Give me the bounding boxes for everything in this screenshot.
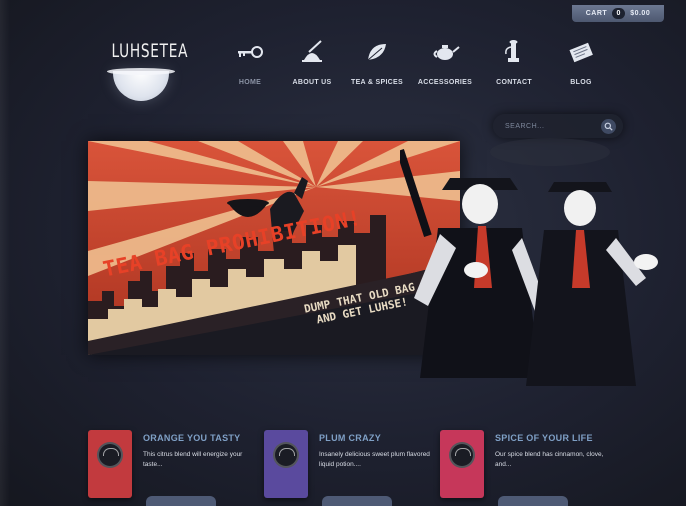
tea-tin-icon (449, 442, 475, 468)
product-description: Our spice blend has cinnamon, clove, and… (495, 451, 604, 468)
tea-tin-icon (273, 442, 299, 468)
cloche-icon (302, 40, 322, 62)
product-tin-spice[interactable] (440, 430, 484, 498)
search-icon (604, 122, 613, 131)
product-title[interactable]: ORANGE YOU TASTY (143, 433, 240, 443)
key-icon (238, 46, 263, 58)
product-description: Insanely delicious sweet plum flavored l… (319, 451, 430, 468)
cart-total: $0.00 (630, 10, 651, 17)
search-box (493, 114, 623, 138)
cart-count-badge: 0 (612, 8, 626, 19)
product-card-spice[interactable]: SPICE OF YOUR LIFE Our spice blend has c… (440, 430, 616, 506)
product-tin-plum[interactable] (264, 430, 308, 498)
product-title[interactable]: SPICE OF YOUR LIFE (495, 433, 593, 443)
site-logo[interactable]: LUHSETEA (100, 30, 189, 110)
telephone-icon (505, 40, 519, 62)
cart-label: CART (585, 10, 608, 17)
nav-item-accessories[interactable]: ACCESSORIES (407, 34, 483, 94)
gangster-illustration (400, 138, 658, 386)
product-tin-orange[interactable] (88, 430, 132, 498)
product-button[interactable] (146, 496, 216, 506)
nav-label-blog: BLOG (570, 79, 592, 86)
product-description: This citrus blend will energize your tas… (143, 451, 243, 468)
nav-item-tea-spices[interactable]: TEA & SPICES (339, 34, 415, 94)
nav-item-blog[interactable]: BLOG (543, 34, 619, 94)
product-button[interactable] (498, 496, 568, 506)
leaf-icon (367, 44, 386, 61)
page: CART 0 $0.00 LUHSETEA HOME ABOUT US TEA … (0, 0, 686, 506)
nav-item-contact[interactable]: CONTACT (476, 34, 552, 94)
teacup-icon (107, 68, 175, 101)
search-button[interactable] (601, 119, 616, 134)
nav-label-contact: CONTACT (496, 79, 532, 86)
nav-label-accessories: ACCESSORIES (417, 79, 473, 86)
logo-text: LUHSETEA (111, 40, 189, 62)
newspaper-icon (569, 42, 593, 63)
search-input[interactable] (505, 120, 597, 132)
teapot-icon (433, 45, 460, 60)
product-title[interactable]: PLUM CRAZY (319, 433, 381, 443)
product-card-orange[interactable]: ORANGE YOU TASTY This citrus blend will … (88, 430, 264, 506)
cart-button[interactable]: CART 0 $0.00 (572, 5, 664, 22)
tea-tin-icon (97, 442, 123, 468)
product-button[interactable] (322, 496, 392, 506)
nav-label-tea-spices: TEA & SPICES (351, 79, 403, 86)
product-card-plum[interactable]: PLUM CRAZY Insanely delicious sweet plum… (264, 430, 440, 506)
